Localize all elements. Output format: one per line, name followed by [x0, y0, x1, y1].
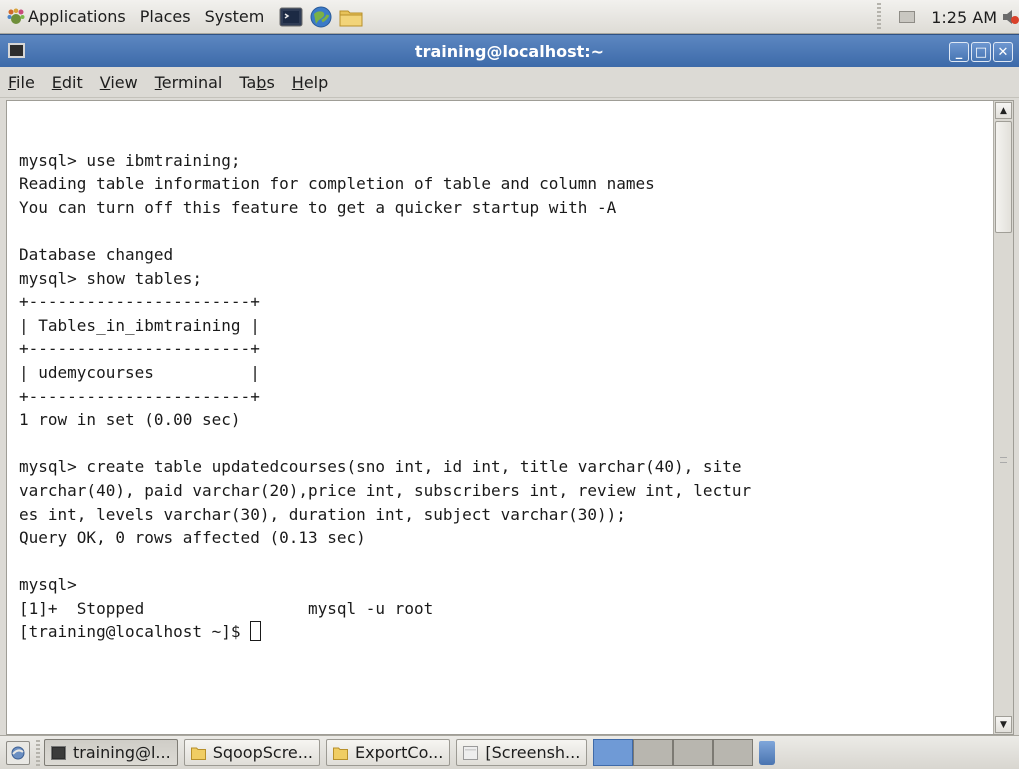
- task-label: training@l...: [73, 743, 171, 762]
- menu-edit-label: dit: [61, 72, 83, 92]
- terminal-line: +-----------------------+: [19, 292, 260, 312]
- menu-tabs-label: s: [266, 72, 275, 92]
- menu-tabs-prefix: Ta: [239, 72, 257, 92]
- menu-help-accel: H: [291, 72, 304, 92]
- menu-tabs-accel: b: [256, 72, 267, 92]
- menu-places[interactable]: Places: [140, 7, 191, 26]
- terminal-line: You can turn off this feature to get a q…: [19, 197, 617, 217]
- task-sqoop-folder[interactable]: SqoopScre...: [183, 739, 321, 766]
- terminal-line: 1 row in set (0.00 sec): [19, 410, 241, 430]
- terminal-window-icon[interactable]: [8, 43, 25, 58]
- terminal-line: +-----------------------+: [19, 386, 260, 406]
- menu-tabs[interactable]: Tabs: [239, 73, 274, 92]
- task-screenshot[interactable]: [Screensh...: [456, 739, 588, 766]
- scrollbar-thumb[interactable]: [995, 121, 1012, 233]
- applications-foot-icon: [7, 8, 25, 24]
- menu-edit-accel: E: [51, 72, 62, 92]
- minimize-button[interactable]: _: [949, 42, 969, 62]
- menu-terminal-accel: T: [154, 72, 162, 92]
- terminal-line: Query OK, 0 rows affected (0.13 sec): [19, 528, 366, 548]
- terminal-launcher-icon[interactable]: [278, 4, 304, 30]
- menu-applications[interactable]: Applications: [28, 7, 126, 26]
- terminal-prompt-line: [training@localhost ~]$: [19, 620, 993, 644]
- terminal-area[interactable]: mysql> use ibmtraining; Reading table inf…: [6, 100, 1014, 735]
- window-titlebar[interactable]: training@localhost:~ _ □ ✕: [0, 34, 1019, 67]
- menu-view-label: iew: [110, 72, 138, 92]
- terminal-icon: [51, 745, 66, 760]
- home-folder-launcher-icon[interactable]: [338, 4, 364, 30]
- menu-view-accel: V: [99, 72, 111, 92]
- menu-help-label: elp: [303, 72, 329, 92]
- show-desktop-icon: [11, 746, 25, 759]
- terminal-menubar: File Edit View Terminal Tabs Help: [0, 67, 1019, 98]
- workspace-4[interactable]: [713, 739, 754, 766]
- scroll-down-arrow-icon[interactable]: ▼: [995, 716, 1012, 733]
- menu-view[interactable]: View: [100, 73, 138, 92]
- show-desktop-button[interactable]: [6, 740, 30, 765]
- terminal-line: es int, levels varchar(30), duration int…: [19, 504, 626, 524]
- scrollbar-grip: [1000, 457, 1007, 463]
- task-label: [Screensh...: [485, 743, 581, 762]
- folder-icon: [333, 747, 349, 760]
- folder-icon: [190, 747, 206, 760]
- terminal-line: Reading table information for completion…: [19, 174, 655, 194]
- terminal-window: training@localhost:~ _ □ ✕ File Edit Vie…: [0, 34, 1019, 735]
- terminal-prompt: [training@localhost ~]$: [19, 622, 251, 642]
- workspace-3[interactable]: [673, 739, 714, 766]
- terminal-line: mysql> use ibmtraining;: [19, 150, 241, 170]
- terminal-line: mysql> show tables;: [19, 268, 203, 288]
- terminal-line: [1]+ Stopped mysql -u root: [19, 598, 434, 618]
- task-label: ExportCo...: [355, 743, 444, 762]
- network-tray-icon[interactable]: [899, 11, 916, 23]
- terminal-line: +-----------------------+: [19, 339, 260, 359]
- terminal-line: mysql> create table updatedcourses(sno i…: [19, 457, 742, 477]
- window-title: training@localhost:~: [414, 41, 605, 61]
- terminal-output[interactable]: mysql> use ibmtraining; Reading table inf…: [7, 101, 993, 734]
- terminal-line: Database changed: [19, 244, 174, 264]
- clock[interactable]: 1:25 AM: [931, 8, 997, 27]
- taskbar-grip: [36, 739, 40, 766]
- panel-grip: [877, 3, 882, 31]
- menu-terminal-label: erminal: [161, 72, 223, 92]
- menu-edit[interactable]: Edit: [52, 73, 83, 92]
- terminal-line: | udemycourses |: [19, 362, 260, 382]
- vertical-scrollbar[interactable]: ▲ ▼: [993, 101, 1013, 734]
- web-browser-launcher-icon[interactable]: [308, 4, 334, 30]
- menu-help[interactable]: Help: [292, 73, 328, 92]
- menu-file[interactable]: File: [8, 73, 35, 92]
- menu-terminal[interactable]: Terminal: [155, 73, 223, 92]
- menu-file-label: ile: [16, 72, 35, 92]
- trash-icon[interactable]: [759, 740, 776, 765]
- top-panel: Applications Places System 1:25 AM: [0, 0, 1019, 34]
- terminal-line: | Tables_in_ibmtraining |: [19, 315, 260, 335]
- volume-icon[interactable]: [1001, 8, 1019, 26]
- task-terminal[interactable]: training@l...: [44, 739, 178, 766]
- task-export-folder[interactable]: ExportCo...: [326, 739, 451, 766]
- menu-file-accel: F: [8, 72, 17, 92]
- terminal-cursor: [250, 621, 262, 642]
- image-icon: [463, 745, 479, 760]
- task-label: SqoopScre...: [212, 743, 314, 762]
- bottom-panel: training@l... SqoopScre... ExportCo... […: [0, 735, 1019, 769]
- close-button[interactable]: ✕: [993, 42, 1013, 62]
- panel-notification-area: 1:25 AM: [877, 0, 1019, 34]
- workspace-2[interactable]: [633, 739, 674, 766]
- terminal-line: mysql>: [19, 575, 77, 595]
- terminal-line: varchar(40), paid varchar(20),price int,…: [19, 480, 752, 500]
- scroll-up-arrow-icon[interactable]: ▲: [995, 102, 1012, 119]
- menu-system[interactable]: System: [205, 7, 265, 26]
- panel-menus: Applications Places System: [0, 0, 368, 33]
- workspace-1[interactable]: [593, 739, 634, 766]
- maximize-button[interactable]: □: [971, 42, 991, 62]
- window-controls: _ □ ✕: [947, 42, 1013, 62]
